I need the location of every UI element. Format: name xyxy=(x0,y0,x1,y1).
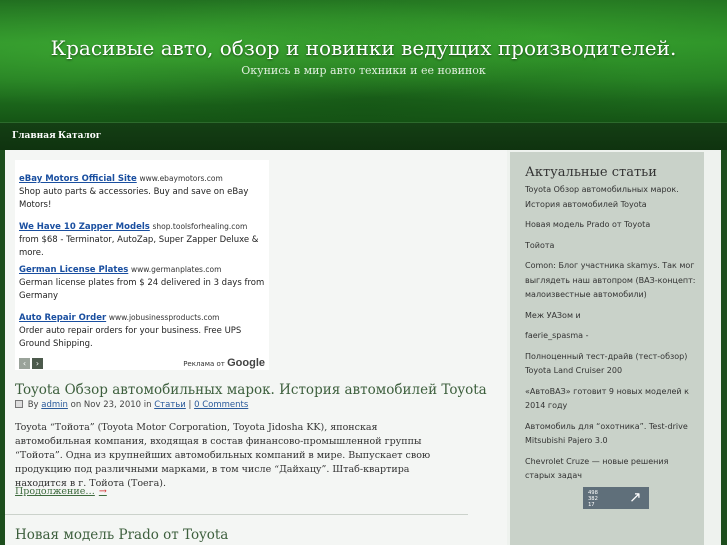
ad-block: eBay Motors Official Site www.ebaymotors… xyxy=(15,160,269,370)
recent-post-link[interactable]: Comon: Блог участника skamys. Так мог вы… xyxy=(525,259,699,303)
arrow-right-icon: → xyxy=(98,486,107,497)
ad-text: Order auto repair orders for your busine… xyxy=(19,326,242,349)
ad-url[interactable]: www.germanplates.com xyxy=(131,265,221,274)
ad-prev-icon[interactable]: ‹ xyxy=(19,358,30,369)
ad-item: Auto Repair Order www.jobusinessproducts… xyxy=(19,311,265,351)
counter-line: 17 xyxy=(588,502,595,508)
site-title[interactable]: Красивые авто, обзор и новинки ведущих п… xyxy=(0,36,727,60)
post-category-link[interactable]: Статьи xyxy=(154,400,186,410)
ad-url[interactable]: www.jobusinessproducts.com xyxy=(109,313,220,322)
recent-post-link[interactable]: «АвтоВАЗ» готовит 9 новых моделей к 2014… xyxy=(525,385,699,414)
site-header: Красивые авто, обзор и новинки ведущих п… xyxy=(0,0,727,122)
ad-title-link[interactable]: German License Plates xyxy=(19,265,128,275)
ad-url[interactable]: shop.toolsforhealing.com xyxy=(153,222,248,231)
post-author-icon xyxy=(15,400,23,408)
ad-title-link[interactable]: We Have 10 Zapper Models xyxy=(19,222,150,232)
ad-next-icon[interactable]: › xyxy=(32,358,43,369)
recent-post-link[interactable]: Chevrolet Cruze — новые решения старых з… xyxy=(525,455,699,484)
recent-post-link[interactable]: Новая модель Prado от Toyota xyxy=(525,218,699,233)
post-meta: By admin on Nov 23, 2010 in Статьи | 0 C… xyxy=(15,400,248,410)
ad-item: German License Plates www.germanplates.c… xyxy=(19,263,265,303)
ad-title-link[interactable]: Auto Repair Order xyxy=(19,313,106,323)
sidebar: Актуальные статьи Toyota Обзор автомобил… xyxy=(510,152,704,545)
recent-post-link[interactable]: Автомобиль для “охотника”. Test-drive Mi… xyxy=(525,420,699,449)
post-meta-by: By xyxy=(27,400,39,410)
post-meta-date: on Nov 23, 2010 in xyxy=(70,400,152,410)
post-author-link[interactable]: admin xyxy=(41,400,68,410)
main-content: eBay Motors Official Site www.ebaymotors… xyxy=(5,150,507,545)
ad-text: Shop auto parts & accessories. Buy and s… xyxy=(19,187,249,210)
nav-item-home[interactable]: Главная xyxy=(12,131,56,141)
post-divider xyxy=(5,514,468,515)
read-more-link[interactable]: Продолжение… → xyxy=(15,486,107,497)
recent-post-link[interactable]: Toyota Обзор автомобильных марок. Истори… xyxy=(525,183,699,212)
recent-post-link[interactable]: faerie_spasma - xyxy=(525,329,699,344)
post-excerpt: Toyota “Тойота” (Toyota Motor Corporatio… xyxy=(15,422,431,489)
post-meta-separator: | xyxy=(188,400,192,410)
ad-credit[interactable]: Реклама от Google xyxy=(183,357,265,369)
nav-item-catalog[interactable]: Каталог xyxy=(58,131,101,141)
recent-post-link[interactable]: Меж УАЗом и xyxy=(525,309,699,324)
visitor-counter[interactable]: 498 382 17 ↗ xyxy=(583,487,649,509)
google-logo: Google xyxy=(227,357,265,369)
ad-text: German license plates from $ 24 delivere… xyxy=(19,278,265,301)
sidebar-heading: Актуальные статьи xyxy=(525,165,657,180)
post-comments-link[interactable]: 0 Comments xyxy=(194,400,248,410)
ad-credit-text: Реклама от xyxy=(183,360,225,368)
site-tagline: Окунись в мир авто техники и ее новинок xyxy=(241,64,486,77)
read-more-label[interactable]: Продолжение… xyxy=(15,486,95,497)
ad-title-link[interactable]: eBay Motors Official Site xyxy=(19,174,137,184)
recent-post-link[interactable]: Тойота xyxy=(525,239,699,254)
ad-url[interactable]: www.ebaymotors.com xyxy=(139,174,222,183)
recent-post-link[interactable]: Полноценный тест-драйв (тест-обзор) Toyo… xyxy=(525,350,699,379)
ad-item: We Have 10 Zapper Models shop.toolsforhe… xyxy=(19,220,265,260)
page-body: eBay Motors Official Site www.ebaymotors… xyxy=(5,150,721,545)
post-title-link[interactable]: Toyota Обзор автомобильных марок. Истори… xyxy=(15,382,487,398)
ad-text: from $68 - Terminator, AutoZap, Super Za… xyxy=(19,235,259,258)
ad-item: eBay Motors Official Site www.ebaymotors… xyxy=(19,172,265,212)
arrow-up-right-icon: ↗ xyxy=(629,488,642,506)
post-title-link[interactable]: Новая модель Prado от Toyota xyxy=(15,527,228,543)
recent-posts-list: Toyota Обзор автомобильных марок. Истори… xyxy=(525,183,699,490)
main-nav: Главная Каталог xyxy=(0,122,727,150)
counter-numbers: 498 382 17 xyxy=(588,490,598,508)
